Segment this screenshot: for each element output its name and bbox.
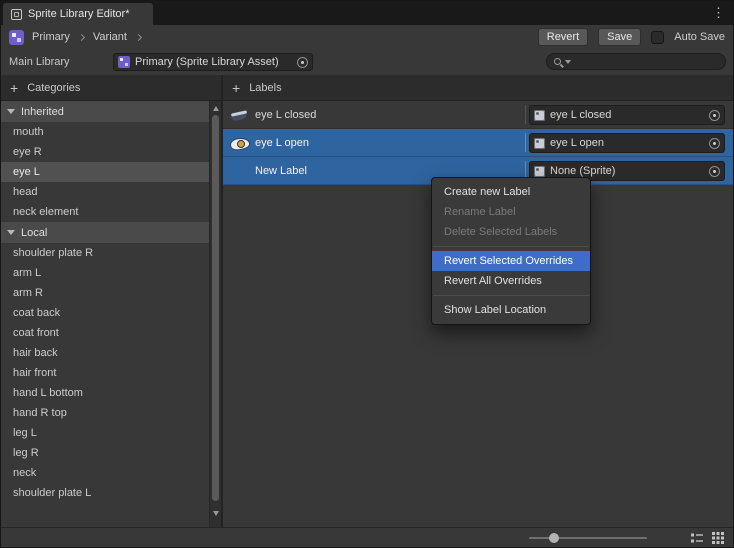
window-menu-icon[interactable]: ⋮ [712,1,725,25]
object-field-value: None (Sprite) [550,165,615,177]
no-sprite-icon [229,162,251,180]
sprite-mini-icon [534,110,545,121]
category-item[interactable]: coat back [1,303,209,323]
breadcrumb-separator-icon [135,33,142,40]
sprite-library-editor-window: Sprite Library Editor* ⋮ Primary Variant… [0,0,734,548]
category-item[interactable]: leg L [1,423,209,443]
view-mode-buttons [690,531,725,545]
add-category-button[interactable]: + [10,81,18,95]
category-group-inherited[interactable]: Inherited [1,101,209,122]
sprite-library-asset-icon [9,30,24,45]
category-item[interactable]: eye L [1,162,209,182]
grid-view-icon[interactable] [711,531,725,545]
object-picker-icon[interactable] [709,110,720,121]
search-field[interactable] [546,53,726,70]
save-button[interactable]: Save [598,28,641,46]
main-library-object-field[interactable]: Primary (Sprite Library Asset) [113,53,313,71]
list-view-icon[interactable] [690,531,704,545]
menu-item-rename-label: Rename Label [432,202,590,222]
scroll-down-icon[interactable] [210,507,221,519]
column-divider [525,133,526,152]
category-item[interactable]: arm R [1,283,209,303]
object-field-value: eye L closed [550,109,611,121]
category-item[interactable]: mouth [1,122,209,142]
window-tab[interactable]: Sprite Library Editor* [3,3,153,25]
labels-header: + Labels [223,75,733,101]
scrollbar-thumb[interactable] [212,115,219,501]
main-library-value: Primary (Sprite Library Asset) [135,56,279,68]
library-toolbar: Main Library Primary (Sprite Library Ass… [1,49,733,75]
object-picker-icon[interactable] [709,138,720,149]
categories-list: Inherited moutheye Reye Lheadneck element… [1,101,209,527]
object-picker-icon[interactable] [297,57,308,68]
categories-scrollbar[interactable] [209,101,221,527]
breadcrumb-bar: Primary Variant Revert Save Auto Save [1,25,733,49]
sprite-library-editor-icon [11,9,22,20]
label-name: New Label [255,165,307,177]
object-picker-icon[interactable] [709,166,720,177]
slider-thumb[interactable] [549,533,559,543]
thumbnail-size-slider[interactable] [529,537,647,539]
category-item[interactable]: coat front [1,323,209,343]
menu-item-show-label-location[interactable]: Show Label Location [432,300,590,320]
category-item[interactable]: leg R [1,443,209,463]
label-name: eye L open [255,137,309,149]
sprite-object-field[interactable]: eye L closed [529,105,725,125]
menu-item-revert-selected-overrides[interactable]: Revert Selected Overrides [432,251,590,271]
window-title: Sprite Library Editor* [28,8,130,20]
bottom-bar [1,527,733,547]
category-item[interactable]: arm L [1,263,209,283]
label-row[interactable]: eye L closed eye L closed [223,101,733,129]
category-group-label: Local [21,227,47,239]
category-item[interactable]: neck [1,463,209,483]
search-menu-caret-icon[interactable] [565,60,571,64]
category-item[interactable]: eye R [1,142,209,162]
label-row[interactable]: eye L open eye L open [223,129,733,157]
categories-header: + Categories [1,75,221,101]
scroll-up-icon[interactable] [210,102,221,114]
sprite-mini-icon [534,138,545,149]
category-item[interactable]: shoulder plate L [1,483,209,503]
add-label-button[interactable]: + [232,81,240,95]
category-item[interactable]: neck element [1,202,209,222]
breadcrumb-primary[interactable]: Primary [32,31,70,43]
category-item[interactable]: shoulder plate R [1,243,209,263]
eye-open-sprite-icon [229,134,251,152]
revert-button[interactable]: Revert [538,28,588,46]
main-library-label: Main Library [9,49,70,75]
search-input[interactable] [576,56,718,68]
menu-item-delete-selected-labels: Delete Selected Labels [432,222,590,242]
category-item[interactable]: hand R top [1,403,209,423]
object-field-value: eye L open [550,137,604,149]
sprite-library-asset-icon [118,56,130,68]
auto-save-checkbox[interactable] [651,31,664,44]
categories-title: Categories [27,82,80,94]
eye-closed-sprite-icon [229,106,251,124]
menu-separator [433,246,589,247]
sprite-object-field[interactable]: eye L open [529,133,725,153]
category-group-label: Inherited [21,106,64,118]
sprite-mini-icon [534,166,545,177]
window-titlebar: Sprite Library Editor* ⋮ [1,1,733,25]
foldout-arrow-icon [7,230,15,235]
category-item[interactable]: hand L bottom [1,383,209,403]
foldout-arrow-icon [7,109,15,114]
breadcrumb-variant[interactable]: Variant [93,31,127,43]
labels-title: Labels [249,82,281,94]
category-group-local[interactable]: Local [1,222,209,243]
auto-save-label: Auto Save [674,31,725,43]
menu-item-create-new-label[interactable]: Create new Label [432,182,590,202]
context-menu: Create new LabelRename LabelDelete Selec… [431,177,591,325]
categories-panel: + Categories Inherited moutheye Reye Lhea… [1,75,221,527]
category-item[interactable]: head [1,182,209,202]
menu-item-revert-all-overrides[interactable]: Revert All Overrides [432,271,590,291]
breadcrumb-actions: Revert Save Auto Save [538,28,725,46]
search-icon [554,58,561,65]
column-divider [525,105,526,124]
breadcrumb-separator-icon [78,33,85,40]
menu-separator [433,295,589,296]
category-item[interactable]: hair front [1,363,209,383]
label-name: eye L closed [255,109,316,121]
category-item[interactable]: hair back [1,343,209,363]
